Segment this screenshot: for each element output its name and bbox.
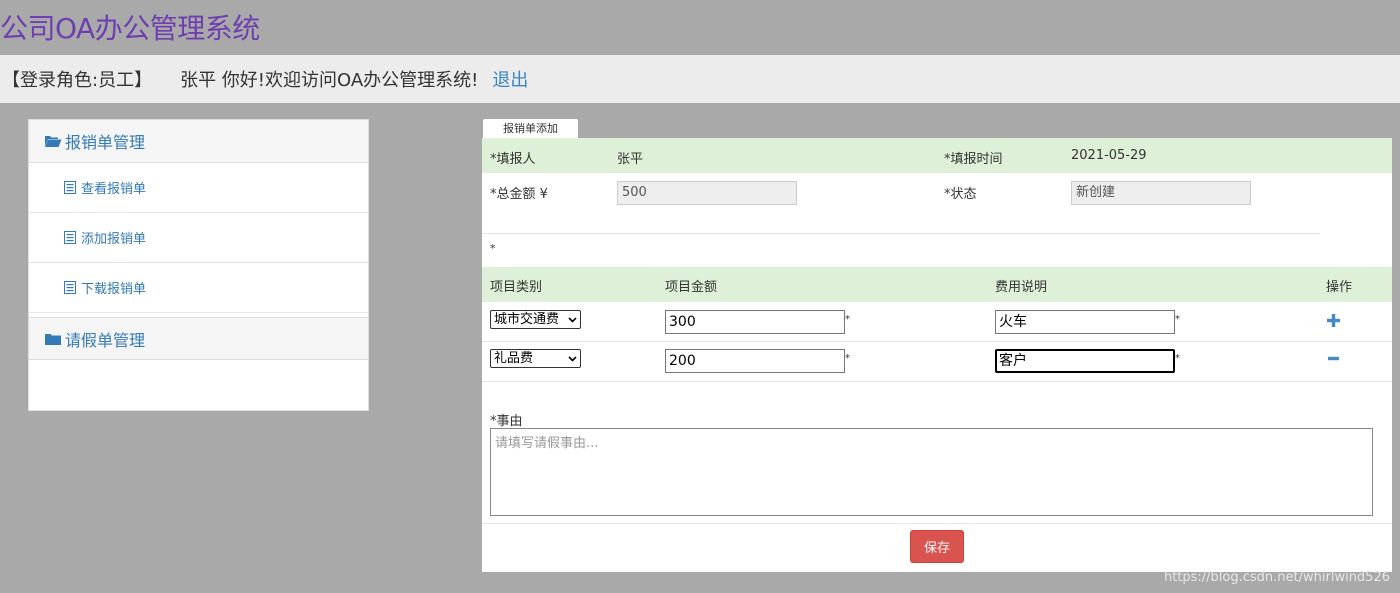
reason-textarea[interactable] [490, 428, 1373, 516]
app-title: 公司OA办公管理系统 [0, 12, 260, 45]
sidebar-item-label: 添加报销单 [81, 232, 147, 247]
sidebar-item-view-expense[interactable]: 查看报销单 [29, 163, 368, 213]
tab-add-expense[interactable]: 报销单添加 [483, 119, 578, 139]
sidebar-item-label: 下载报销单 [81, 282, 147, 297]
list-icon [64, 231, 76, 244]
divider [482, 233, 1320, 234]
logout-link[interactable]: 退出 [492, 66, 528, 92]
col-item-amount: 项目金额 [665, 280, 718, 295]
reason-label: *事由 [490, 414, 523, 429]
reporter-row: *填报人 张平 *填报时间 2021-05-29 [482, 138, 1392, 173]
reporter-label: *填报人 [490, 152, 536, 167]
chevron-down-icon [568, 355, 577, 362]
required-star: * [845, 353, 850, 364]
sidebar-group-label: 报销单管理 [65, 133, 146, 152]
reporter-value: 张平 [617, 152, 644, 167]
required-marker: * [490, 242, 496, 255]
item-type-select[interactable]: 城市交通费 [490, 310, 581, 329]
minus-icon[interactable] [1328, 352, 1341, 365]
fill-time-value: 2021-05-29 [1071, 148, 1147, 163]
sidebar-item-download-expense[interactable]: 下载报销单 [29, 263, 368, 313]
required-star: * [1175, 353, 1180, 364]
sidebar-group-leave[interactable]: 请假单管理 [29, 317, 368, 360]
sidebar: 报销单管理 查看报销单 添加报销单 下载报销单 请假单管理 [28, 119, 369, 411]
folder-icon [45, 333, 61, 345]
sidebar-group-expense[interactable]: 报销单管理 [29, 120, 368, 163]
form-body: *填报人 张平 *填报时间 2021-05-29 *总金额 ¥ 500 *状态 … [482, 138, 1392, 572]
item-type-select[interactable]: 礼品费 [490, 349, 581, 368]
fill-time-label: *填报时间 [944, 152, 1003, 167]
status-label: *状态 [944, 187, 977, 202]
col-item-type: 项目类别 [490, 280, 543, 295]
sidebar-group-label: 请假单管理 [65, 330, 146, 350]
user-bar: 【登录角色:员工】 张平 你好!欢迎访问OA办公管理系统! 退出 [0, 55, 1400, 103]
required-star: * [845, 314, 850, 325]
welcome-text: 张平 你好!欢迎访问OA办公管理系统! [180, 70, 479, 91]
sidebar-item-label: 查看报销单 [81, 182, 147, 197]
status-field: 新创建 [1071, 181, 1251, 205]
save-button[interactable]: 保存 [910, 530, 964, 563]
total-amount-field: 500 [617, 181, 797, 205]
plus-icon[interactable] [1327, 314, 1340, 327]
total-amount-label: *总金额 ¥ [490, 187, 548, 202]
item-type-value: 城市交通费 [494, 312, 560, 327]
sidebar-item-add-expense[interactable]: 添加报销单 [29, 213, 368, 263]
col-operation: 操作 [1326, 280, 1353, 295]
login-role: 【登录角色:员工】 [2, 70, 153, 91]
item-amount-input[interactable]: 300 [665, 310, 845, 334]
folder-open-icon [45, 136, 62, 147]
expense-form-panel: 报销单添加 *填报人 张平 *填报时间 2021-05-29 *总金额 ¥ 50… [482, 119, 1392, 572]
expense-desc-input[interactable]: 火车 [995, 310, 1175, 334]
divider [482, 341, 1392, 342]
required-star: * [1175, 314, 1180, 325]
item-amount-input[interactable]: 200 [665, 349, 845, 373]
col-expense-desc: 费用说明 [995, 280, 1048, 295]
divider [482, 523, 1392, 524]
item-type-value: 礼品费 [494, 351, 534, 366]
chevron-down-icon [568, 316, 577, 323]
items-header-row: 项目类别 项目金额 费用说明 操作 [482, 267, 1392, 302]
list-icon [64, 281, 76, 294]
divider [482, 381, 1392, 382]
list-icon [64, 181, 76, 194]
watermark: https://blog.csdn.net/whirlwind526 [1163, 570, 1390, 585]
expense-desc-input[interactable]: 客户 [995, 349, 1175, 373]
